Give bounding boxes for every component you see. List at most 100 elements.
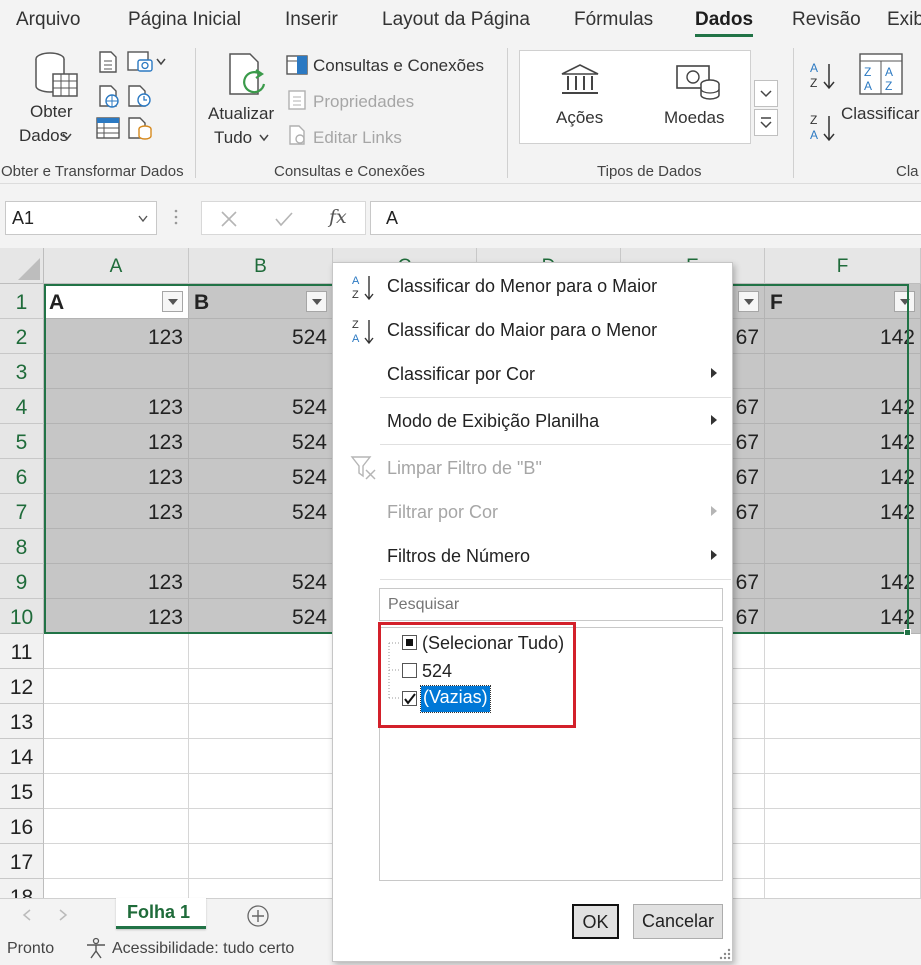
cell-f10[interactable]: 142: [765, 599, 921, 634]
sort-descending-item[interactable]: Classificar do Maior para o Menor: [387, 320, 657, 341]
fill-handle[interactable]: [904, 629, 911, 636]
value-524-label[interactable]: 524: [422, 661, 452, 682]
row-header-6[interactable]: 6: [0, 459, 44, 494]
cell-b17[interactable]: [189, 844, 333, 879]
cell-a17[interactable]: [44, 844, 189, 879]
cell-f7[interactable]: 142: [765, 494, 921, 529]
row-header-10[interactable]: 10: [0, 599, 44, 634]
sheet-tab-folha1[interactable]: Folha 1: [116, 898, 206, 929]
row-header-7[interactable]: 7: [0, 494, 44, 529]
cell-f8[interactable]: [765, 529, 921, 564]
formula-input[interactable]: A: [370, 201, 921, 235]
row-header-12[interactable]: 12: [0, 669, 44, 704]
cell-b18[interactable]: [189, 879, 333, 898]
cell-b16[interactable]: [189, 809, 333, 844]
cell-a5[interactable]: 123: [44, 424, 189, 459]
edit-links-button[interactable]: Editar Links: [313, 128, 402, 148]
row-header-14[interactable]: 14: [0, 739, 44, 774]
add-sheet-icon[interactable]: [246, 904, 270, 928]
row-header-2[interactable]: 2: [0, 319, 44, 354]
cell-b11[interactable]: [189, 634, 333, 669]
filter-search-input[interactable]: [379, 588, 723, 621]
queries-connections-button[interactable]: Consultas e Conexões: [313, 56, 484, 76]
select-all-checkbox[interactable]: [402, 635, 417, 650]
cell-a4[interactable]: 123: [44, 389, 189, 424]
cell-f1[interactable]: F: [765, 284, 921, 319]
cell-a13[interactable]: [44, 704, 189, 739]
filter-dropdown-e[interactable]: [738, 291, 759, 312]
cell-b13[interactable]: [189, 704, 333, 739]
cell-f5[interactable]: 142: [765, 424, 921, 459]
custom-sort-icon[interactable]: Z A A Z: [858, 52, 904, 96]
tab-layout-da-pagina[interactable]: Layout da Página: [382, 9, 530, 31]
cell-f14[interactable]: [765, 739, 921, 774]
cell-a10[interactable]: 123: [44, 599, 189, 634]
cell-a16[interactable]: [44, 809, 189, 844]
custom-sort-label[interactable]: Classificar: [841, 104, 919, 124]
cell-f16[interactable]: [765, 809, 921, 844]
row-header-13[interactable]: 13: [0, 704, 44, 739]
cell-a11[interactable]: [44, 634, 189, 669]
row-header-1[interactable]: 1: [0, 284, 44, 319]
tab-revisao[interactable]: Revisão: [792, 9, 861, 31]
tab-arquivo[interactable]: Arquivo: [16, 9, 80, 31]
cell-f12[interactable]: [765, 669, 921, 704]
from-web-icon[interactable]: [97, 84, 121, 108]
cell-b4[interactable]: 524: [189, 389, 333, 424]
cell-f4[interactable]: 142: [765, 389, 921, 424]
cell-b14[interactable]: [189, 739, 333, 774]
cell-b12[interactable]: [189, 669, 333, 704]
cell-f9[interactable]: 142: [765, 564, 921, 599]
from-text-icon[interactable]: [97, 50, 119, 74]
tab-pagina-inicial[interactable]: Página Inicial: [128, 9, 241, 31]
cell-a15[interactable]: [44, 774, 189, 809]
tab-exibir[interactable]: Exibir: [887, 9, 921, 31]
sort-by-color-item[interactable]: Classificar por Cor: [387, 364, 535, 385]
resize-grip-icon[interactable]: [718, 947, 732, 961]
cell-f18[interactable]: [765, 879, 921, 898]
filter-by-color-item[interactable]: Filtrar por Cor: [387, 502, 498, 523]
row-header-15[interactable]: 15: [0, 774, 44, 809]
row-header-4[interactable]: 4: [0, 389, 44, 424]
value-blanks-label[interactable]: (Vazias): [420, 685, 491, 713]
cell-a3[interactable]: [44, 354, 189, 389]
value-blanks-checkbox[interactable]: [402, 691, 417, 706]
tab-dados[interactable]: Dados: [695, 9, 753, 31]
tab-inserir[interactable]: Inserir: [285, 9, 338, 31]
insert-function-button[interactable]: fx: [329, 206, 347, 228]
cancel-icon[interactable]: [220, 210, 238, 228]
cell-a9[interactable]: 123: [44, 564, 189, 599]
cell-b3[interactable]: [189, 354, 333, 389]
row-header-5[interactable]: 5: [0, 424, 44, 459]
cell-a8[interactable]: [44, 529, 189, 564]
cell-a7[interactable]: 123: [44, 494, 189, 529]
cell-a14[interactable]: [44, 739, 189, 774]
filter-dropdown-f[interactable]: [894, 291, 915, 312]
sort-ascending-item[interactable]: Classificar do Menor para o Maior: [387, 276, 657, 297]
cell-f17[interactable]: [765, 844, 921, 879]
value-524-checkbox[interactable]: [402, 663, 417, 678]
cell-b7[interactable]: 524: [189, 494, 333, 529]
cell-b8[interactable]: [189, 529, 333, 564]
scroll-right-icon[interactable]: [58, 909, 68, 921]
status-accessibility[interactable]: Acessibilidade: tudo certo: [112, 940, 294, 958]
cell-f15[interactable]: [765, 774, 921, 809]
cell-f11[interactable]: [765, 634, 921, 669]
cell-b10[interactable]: 524: [189, 599, 333, 634]
row-header-8[interactable]: 8: [0, 529, 44, 564]
column-header-f[interactable]: F: [765, 248, 921, 284]
row-header-3[interactable]: 3: [0, 354, 44, 389]
name-box[interactable]: A1: [5, 201, 157, 235]
ok-button[interactable]: OK: [572, 904, 619, 939]
row-header-11[interactable]: 11: [0, 634, 44, 669]
cell-a2[interactable]: 123: [44, 319, 189, 354]
accessibility-icon[interactable]: [84, 937, 108, 959]
gallery-scroll-down[interactable]: [754, 80, 778, 107]
clear-filter-item[interactable]: Limpar Filtro de "B": [387, 458, 542, 479]
cancel-button[interactable]: Cancelar: [633, 904, 723, 939]
cell-b5[interactable]: 524: [189, 424, 333, 459]
column-header-b[interactable]: B: [189, 248, 333, 284]
from-table-icon[interactable]: [95, 116, 121, 140]
row-header-18[interactable]: 18: [0, 879, 44, 898]
cell-a6[interactable]: 123: [44, 459, 189, 494]
